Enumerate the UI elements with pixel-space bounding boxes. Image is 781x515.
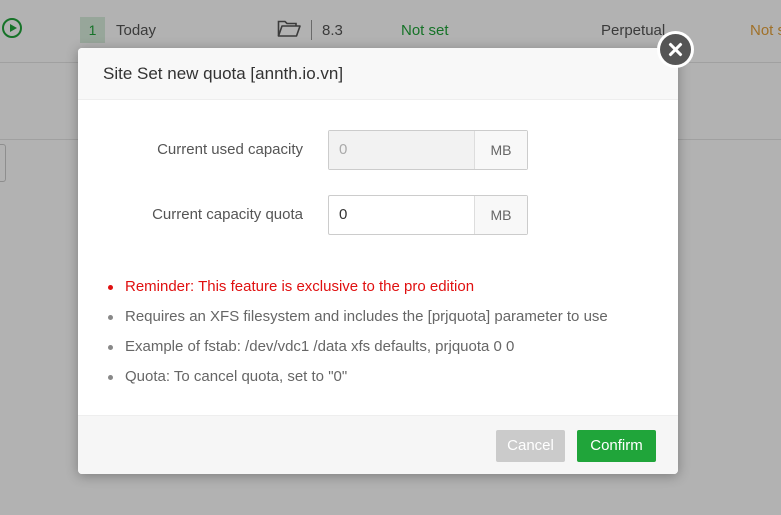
dialog-header: Site Set new quota [annth.io.vn] bbox=[78, 48, 678, 100]
set-quota-dialog: Site Set new quota [annth.io.vn] Current… bbox=[78, 31, 694, 474]
capacity-quota-unit: MB bbox=[474, 196, 527, 234]
used-capacity-label: Current used capacity bbox=[157, 141, 303, 158]
used-capacity-row: Current used capacity 0 MB bbox=[78, 130, 678, 170]
capacity-quota-row: Current capacity quota 0 MB bbox=[78, 195, 678, 235]
cancel-button[interactable]: Cancel bbox=[496, 430, 565, 462]
used-capacity-group: 0 MB bbox=[328, 130, 528, 170]
confirm-button[interactable]: Confirm bbox=[577, 430, 656, 462]
close-button[interactable] bbox=[657, 31, 694, 68]
xfs-requirement-note: Requires an XFS filesystem and includes … bbox=[108, 302, 608, 332]
notes-list: Reminder: This feature is exclusive to t… bbox=[108, 272, 608, 392]
cancel-quota-note: Quota: To cancel quota, set to "0" bbox=[108, 362, 608, 392]
used-capacity-input: 0 bbox=[329, 131, 474, 169]
capacity-quota-input[interactable]: 0 bbox=[329, 196, 474, 234]
used-capacity-unit: MB bbox=[474, 131, 527, 169]
close-icon bbox=[660, 34, 691, 65]
capacity-quota-group: 0 MB bbox=[328, 195, 528, 235]
dialog-title: Site Set new quota [annth.io.vn] bbox=[103, 64, 344, 83]
dialog-footer: Cancel Confirm bbox=[78, 415, 678, 474]
fstab-example-note: Example of fstab: /dev/vdc1 /data xfs de… bbox=[108, 332, 608, 362]
pro-reminder-note: Reminder: This feature is exclusive to t… bbox=[108, 272, 608, 302]
capacity-quota-label: Current capacity quota bbox=[152, 206, 303, 223]
